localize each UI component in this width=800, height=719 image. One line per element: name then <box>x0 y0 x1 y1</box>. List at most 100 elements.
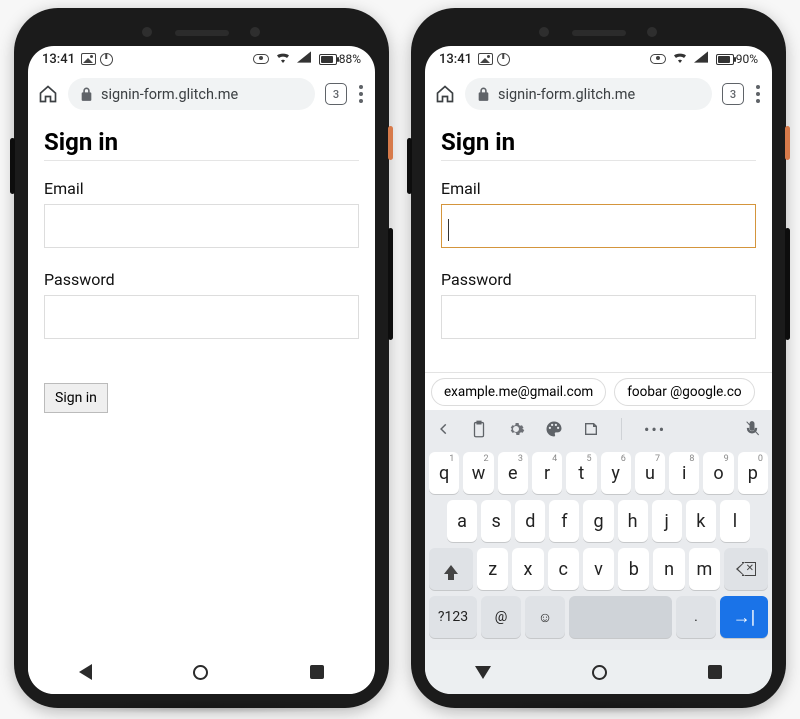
enter-icon: →| <box>733 607 755 628</box>
key-g[interactable]: g <box>583 500 613 542</box>
wifi-icon <box>672 51 688 67</box>
square-icon <box>708 665 722 679</box>
key-backspace[interactable]: ✕ <box>724 548 768 590</box>
key-i[interactable]: i8 <box>669 452 699 494</box>
key-w[interactable]: w2 <box>463 452 493 494</box>
key-k[interactable]: k <box>686 500 716 542</box>
key-at[interactable]: @ <box>481 596 521 638</box>
backspace-icon: ✕ <box>736 562 756 576</box>
address-bar[interactable]: signin-form.glitch.me <box>68 78 315 110</box>
alarm-icon <box>497 53 510 66</box>
tab-count[interactable]: 3 <box>325 83 347 105</box>
key-emoji[interactable]: ☺ <box>525 596 565 638</box>
suggestion-chip[interactable]: example.me@gmail.com <box>431 378 606 406</box>
battery-percent: 90% <box>736 52 758 66</box>
screen: 13:41 88% signin-form.glitch.me 3 Sign in Ema… <box>28 46 375 694</box>
address-bar[interactable]: signin-form.glitch.me <box>465 78 712 110</box>
password-field[interactable] <box>441 295 756 339</box>
email-label: Email <box>441 179 756 198</box>
more-icon[interactable]: ••• <box>644 420 666 439</box>
key-m[interactable]: m <box>689 548 720 590</box>
suggestion-chip[interactable]: foobar @google.co <box>614 378 754 406</box>
key-o[interactable]: o9 <box>703 452 733 494</box>
key-n[interactable]: n <box>653 548 684 590</box>
battery-indicator: 90% <box>714 52 758 66</box>
key-f[interactable]: f <box>549 500 579 542</box>
gear-icon[interactable] <box>507 420 525 438</box>
browser-toolbar: signin-form.glitch.me 3 <box>425 72 772 116</box>
emoji-icon: ☺ <box>538 609 552 626</box>
key-h[interactable]: h <box>618 500 648 542</box>
password-label: Password <box>44 270 359 289</box>
key-a[interactable]: a <box>447 500 477 542</box>
key-u[interactable]: u7 <box>635 452 665 494</box>
key-b[interactable]: b <box>618 548 649 590</box>
key-t[interactable]: t5 <box>566 452 596 494</box>
key-shift[interactable] <box>429 548 473 590</box>
page-title: Sign in <box>44 128 359 156</box>
lock-icon <box>80 87 93 102</box>
key-enter[interactable]: →| <box>720 596 768 638</box>
circle-icon <box>592 665 607 680</box>
key-p[interactable]: p0 <box>738 452 768 494</box>
nav-recent[interactable] <box>310 665 324 679</box>
key-r[interactable]: r4 <box>532 452 562 494</box>
key-d[interactable]: d <box>515 500 545 542</box>
circle-icon <box>193 665 208 680</box>
nav-home[interactable] <box>193 665 208 680</box>
nav-home[interactable] <box>592 665 607 680</box>
tab-count[interactable]: 3 <box>722 83 744 105</box>
mic-off-icon[interactable] <box>744 420 760 438</box>
key-q[interactable]: q1 <box>429 452 459 494</box>
battery-percent: 88% <box>339 52 361 66</box>
key-j[interactable]: j <box>652 500 682 542</box>
nav-back[interactable] <box>79 664 92 680</box>
shift-icon <box>444 565 458 574</box>
screen: 13:4190%signin-form.glitch.me3Sign inEma… <box>425 46 772 694</box>
key-space[interactable] <box>569 596 672 638</box>
sticker-icon[interactable] <box>583 421 599 437</box>
url-text: signin-form.glitch.me <box>101 86 238 103</box>
email-field[interactable] <box>441 204 756 248</box>
key-symbols[interactable]: ?123 <box>429 596 477 638</box>
phone-right: 13:4190%signin-form.glitch.me3Sign inEma… <box>411 8 786 708</box>
status-bar: 13:41 88% <box>28 46 375 72</box>
page-content: Sign in Email Password Sign in <box>28 116 375 650</box>
wifi-icon <box>275 51 291 67</box>
key-s[interactable]: s <box>481 500 511 542</box>
screenshot-icon <box>81 53 96 65</box>
key-y[interactable]: y6 <box>601 452 631 494</box>
key-l[interactable]: l <box>720 500 750 542</box>
key-x[interactable]: x <box>512 548 543 590</box>
android-navbar <box>425 650 772 694</box>
password-field[interactable] <box>44 295 359 339</box>
key-v[interactable]: v <box>583 548 614 590</box>
status-time: 13:41 <box>42 52 75 67</box>
nav-back[interactable] <box>475 666 491 679</box>
email-field[interactable] <box>44 204 359 248</box>
lock-icon <box>477 87 490 102</box>
home-icon[interactable] <box>435 84 455 104</box>
visibility-icon <box>253 54 269 64</box>
chevron-left-icon[interactable] <box>437 422 451 436</box>
autofill-suggestions: example.me@gmail.com foobar @google.co <box>425 372 772 410</box>
screenshot-icon <box>478 53 493 65</box>
key-c[interactable]: c <box>548 548 579 590</box>
key-e[interactable]: e3 <box>498 452 528 494</box>
phone-left: 13:41 88% signin-form.glitch.me 3 Sign in Ema… <box>14 8 389 708</box>
overflow-menu-icon[interactable] <box>357 85 365 103</box>
email-label: Email <box>44 179 359 198</box>
cellular-icon <box>297 51 311 67</box>
clipboard-icon[interactable] <box>471 420 487 438</box>
home-icon[interactable] <box>38 84 58 104</box>
android-navbar <box>28 650 375 694</box>
nav-recent[interactable] <box>708 665 722 679</box>
key-z[interactable]: z <box>477 548 508 590</box>
password-label: Password <box>441 270 756 289</box>
text-cursor <box>448 219 449 241</box>
overflow-menu-icon[interactable] <box>754 85 762 103</box>
key-period[interactable]: . <box>676 596 716 638</box>
palette-icon[interactable] <box>545 420 563 438</box>
signin-button[interactable]: Sign in <box>44 383 108 413</box>
page-title: Sign in <box>441 128 756 156</box>
